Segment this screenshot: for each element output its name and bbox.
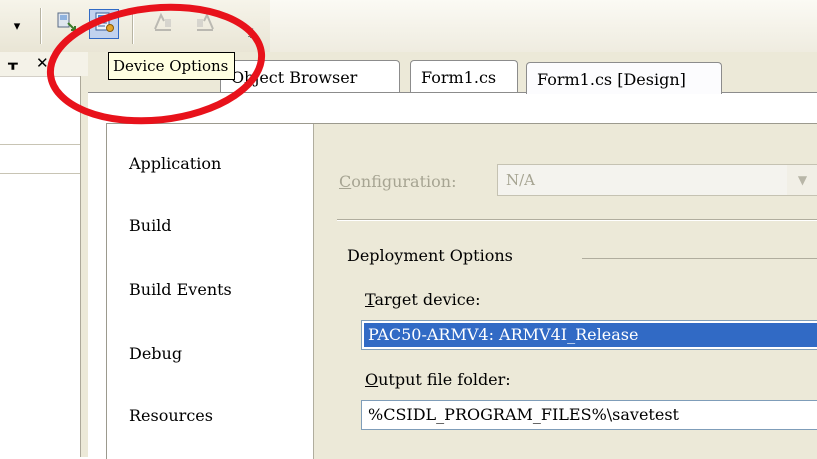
tab-content: Application Build Build Events Debug Res… [88,92,817,459]
properties-nav: Application Build Build Events Debug Res… [107,124,314,459]
output-folder-label: Output file folder: [365,370,511,389]
tab-label: Form1.cs [421,68,497,87]
device-options-tooltip: Device Options [108,52,236,80]
divider [337,219,817,221]
align-right-button[interactable] [190,9,220,39]
group-divider [582,258,817,259]
document-area: Object Browser Form1.cs Form1.cs [Design… [88,52,817,459]
nav-item-resources[interactable]: Resources [129,406,213,425]
pin-icon[interactable]: ᚁ [8,54,18,72]
project-properties-designer: Application Build Build Events Debug Res… [106,123,817,459]
connect-device-icon [56,11,78,37]
align-left-button[interactable] [148,9,178,39]
target-device-value: PAC50-ARMV4: ARMV4I_Release [364,323,817,347]
nav-item-build[interactable]: Build [129,216,172,235]
target-device-select[interactable]: PAC50-ARMV4: ARMV4I_Release [361,320,817,350]
align-right-icon [193,11,217,37]
nav-item-application[interactable]: Application [129,154,221,173]
tool-window-row[interactable] [0,144,80,174]
toolbar-separator [132,8,134,44]
align-left-icon [151,11,175,37]
device-options-button[interactable] [89,9,119,39]
toolbar: ▾ ⁑ [0,0,817,52]
toolbar-separator [40,8,42,44]
chevron-down-icon: ▼ [787,165,817,195]
devices-property-page: Configuration: N/A ▼ Deployment Options … [317,124,817,459]
configuration-label: Configuration: [339,172,457,191]
tab-object-browser[interactable]: Object Browser [220,60,400,92]
output-folder-input[interactable]: %CSIDL_PROGRAM_FILES%\savetest [361,400,817,430]
close-icon[interactable]: ✕ [36,54,49,72]
configuration-value: N/A [506,171,536,189]
nav-item-build-events[interactable]: Build Events [129,280,232,299]
left-tool-window: ᚁ ✕ [0,52,89,457]
configuration-select: N/A [497,164,817,196]
tab-label: Object Browser [231,68,358,87]
device-options-icon [93,11,115,37]
deployment-options-title: Deployment Options [347,246,519,265]
tab-label: Form1.cs [Design] [537,70,686,89]
tab-form1-cs[interactable]: Form1.cs [410,60,518,92]
toolbar-overflow-icon[interactable]: ⁑ [248,28,254,41]
nav-item-debug[interactable]: Debug [129,344,182,363]
connect-device-button[interactable] [52,9,82,39]
toolbar-dropdown-arrow-icon[interactable]: ▾ [6,16,28,38]
tab-form1-design[interactable]: Form1.cs [Design] [526,62,722,94]
target-device-label: Target device: [365,290,481,309]
tool-window-header: ᚁ ✕ [0,52,88,77]
